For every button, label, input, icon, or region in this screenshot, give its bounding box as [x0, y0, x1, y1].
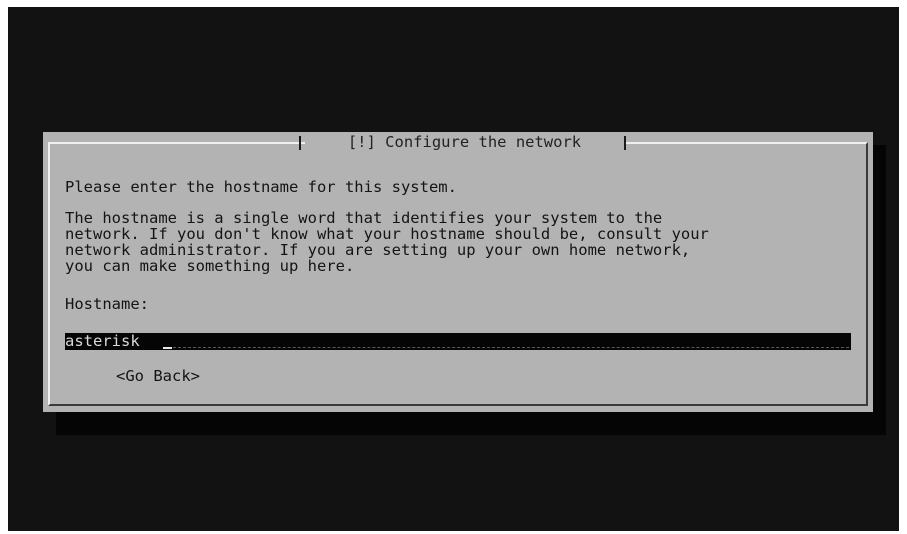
hostname-value[interactable]: asterisk	[65, 333, 140, 350]
title-right-tick	[624, 136, 626, 150]
title-left-tick	[299, 136, 301, 150]
installer-screen: [!] Configure the network Please enter t…	[8, 7, 899, 531]
description-line: you can make something up here.	[65, 257, 355, 275]
dialog-title: [!] Configure the network	[305, 133, 624, 152]
input-underline	[173, 347, 849, 348]
hostname-input[interactable]: asterisk	[65, 333, 851, 350]
description-line: network administrator. If you are settin…	[65, 241, 691, 259]
hostname-label: Hostname:	[65, 295, 149, 313]
hostname-prompt: Please enter the hostname for this syste…	[65, 178, 457, 196]
description-line: network. If you don't know what your hos…	[65, 225, 709, 243]
text-cursor	[163, 347, 172, 349]
configure-network-dialog: [!] Configure the network Please enter t…	[43, 132, 873, 412]
go-back-button[interactable]: <Go Back>	[116, 368, 200, 384]
description-line: The hostname is a single word that ident…	[65, 209, 663, 227]
